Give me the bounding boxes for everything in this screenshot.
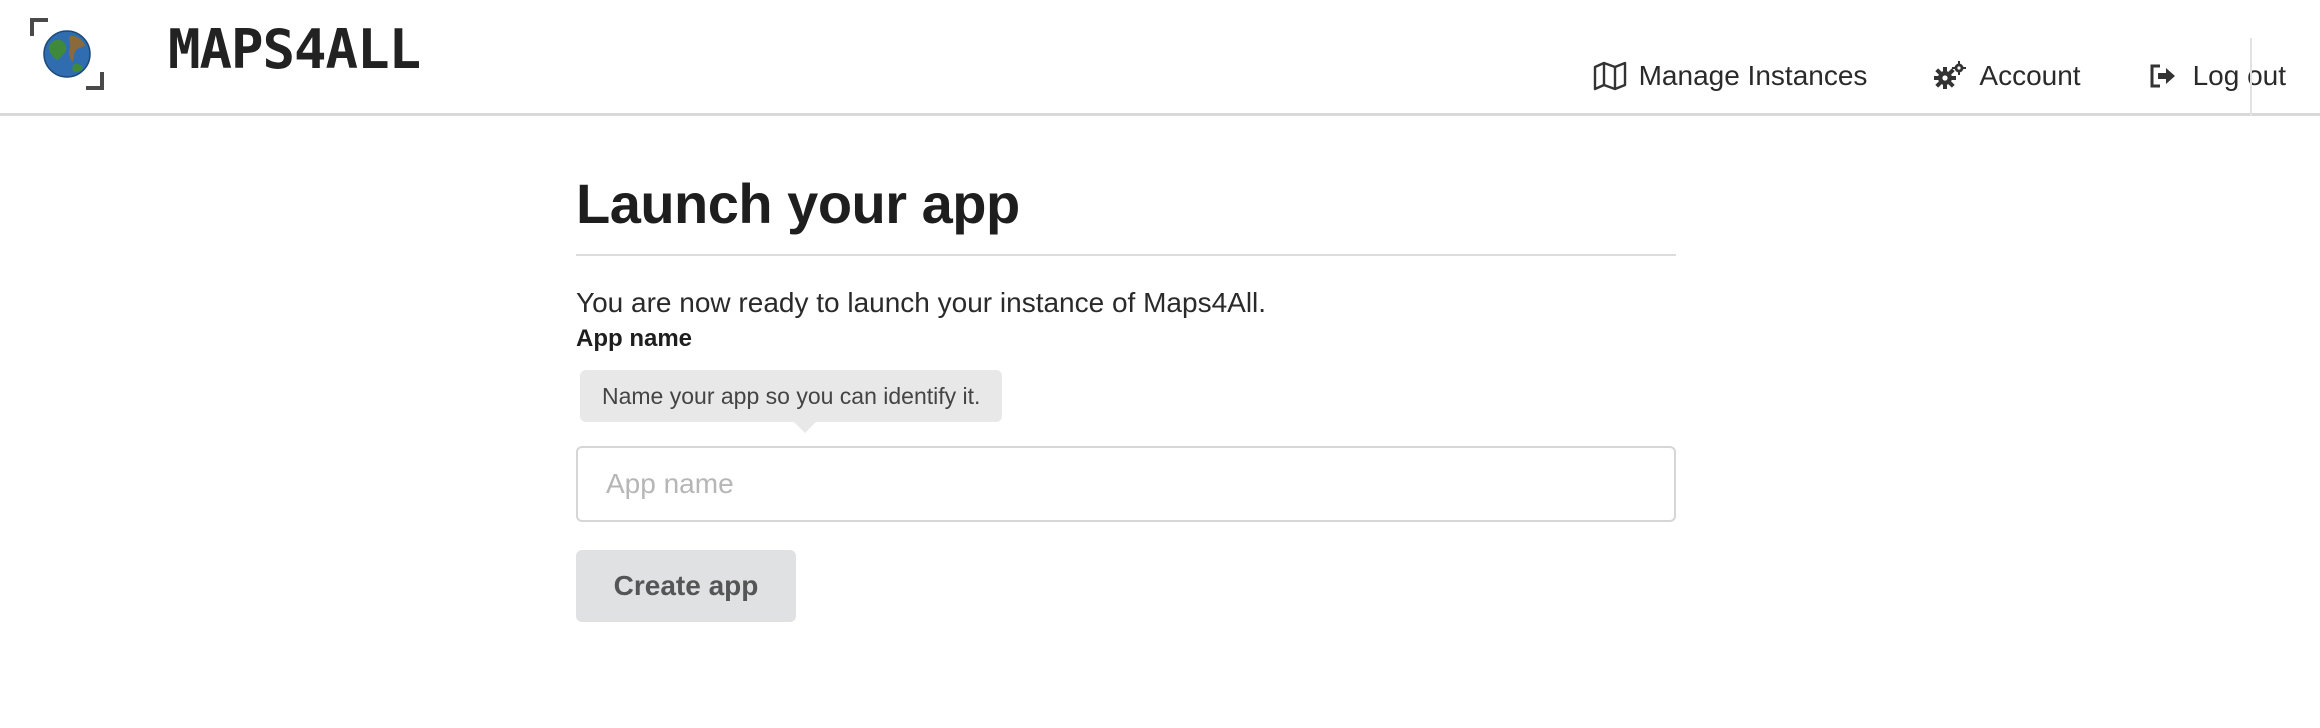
app-name-label: App name	[576, 325, 693, 352]
app-name-input-wrapper	[576, 446, 1676, 522]
nav-manage-instances[interactable]: Manage Instances	[1593, 60, 1868, 92]
app-name-tooltip: Name your app so you can identify it.	[580, 370, 1003, 433]
intro-text: You are now ready to launch your instanc…	[576, 287, 1267, 318]
nav-divider	[2250, 38, 2252, 116]
nav-label-log-out: Log out	[2192, 60, 2286, 91]
launch-app-form: Launch your app You are now ready to lau…	[576, 172, 1676, 622]
page-title: Launch your app	[576, 172, 1020, 235]
sign-out-icon	[2147, 61, 2181, 91]
nav-account[interactable]: Account	[1933, 60, 2081, 92]
nav-log-out[interactable]: Log out	[2147, 60, 2286, 92]
gears-icon	[1933, 61, 1967, 91]
map-icon	[1593, 61, 1627, 91]
tooltip-arrow	[794, 422, 816, 433]
app-name-input[interactable]	[576, 446, 1676, 522]
nav-label-manage-instances: Manage Instances	[1638, 60, 1868, 91]
tooltip-text: Name your app so you can identify it.	[602, 383, 981, 409]
globe-icon[interactable]	[30, 18, 104, 90]
nav-label-account: Account	[1979, 60, 2081, 91]
top-nav: Manage Instances Account Log out	[1593, 56, 2320, 96]
brand-name[interactable]: MAPS4ALL	[168, 18, 421, 82]
top-header: MAPS4ALL Manage Instances Account Log ou…	[0, 0, 2320, 116]
title-divider	[576, 254, 1676, 256]
create-app-button[interactable]: Create app	[576, 550, 796, 622]
